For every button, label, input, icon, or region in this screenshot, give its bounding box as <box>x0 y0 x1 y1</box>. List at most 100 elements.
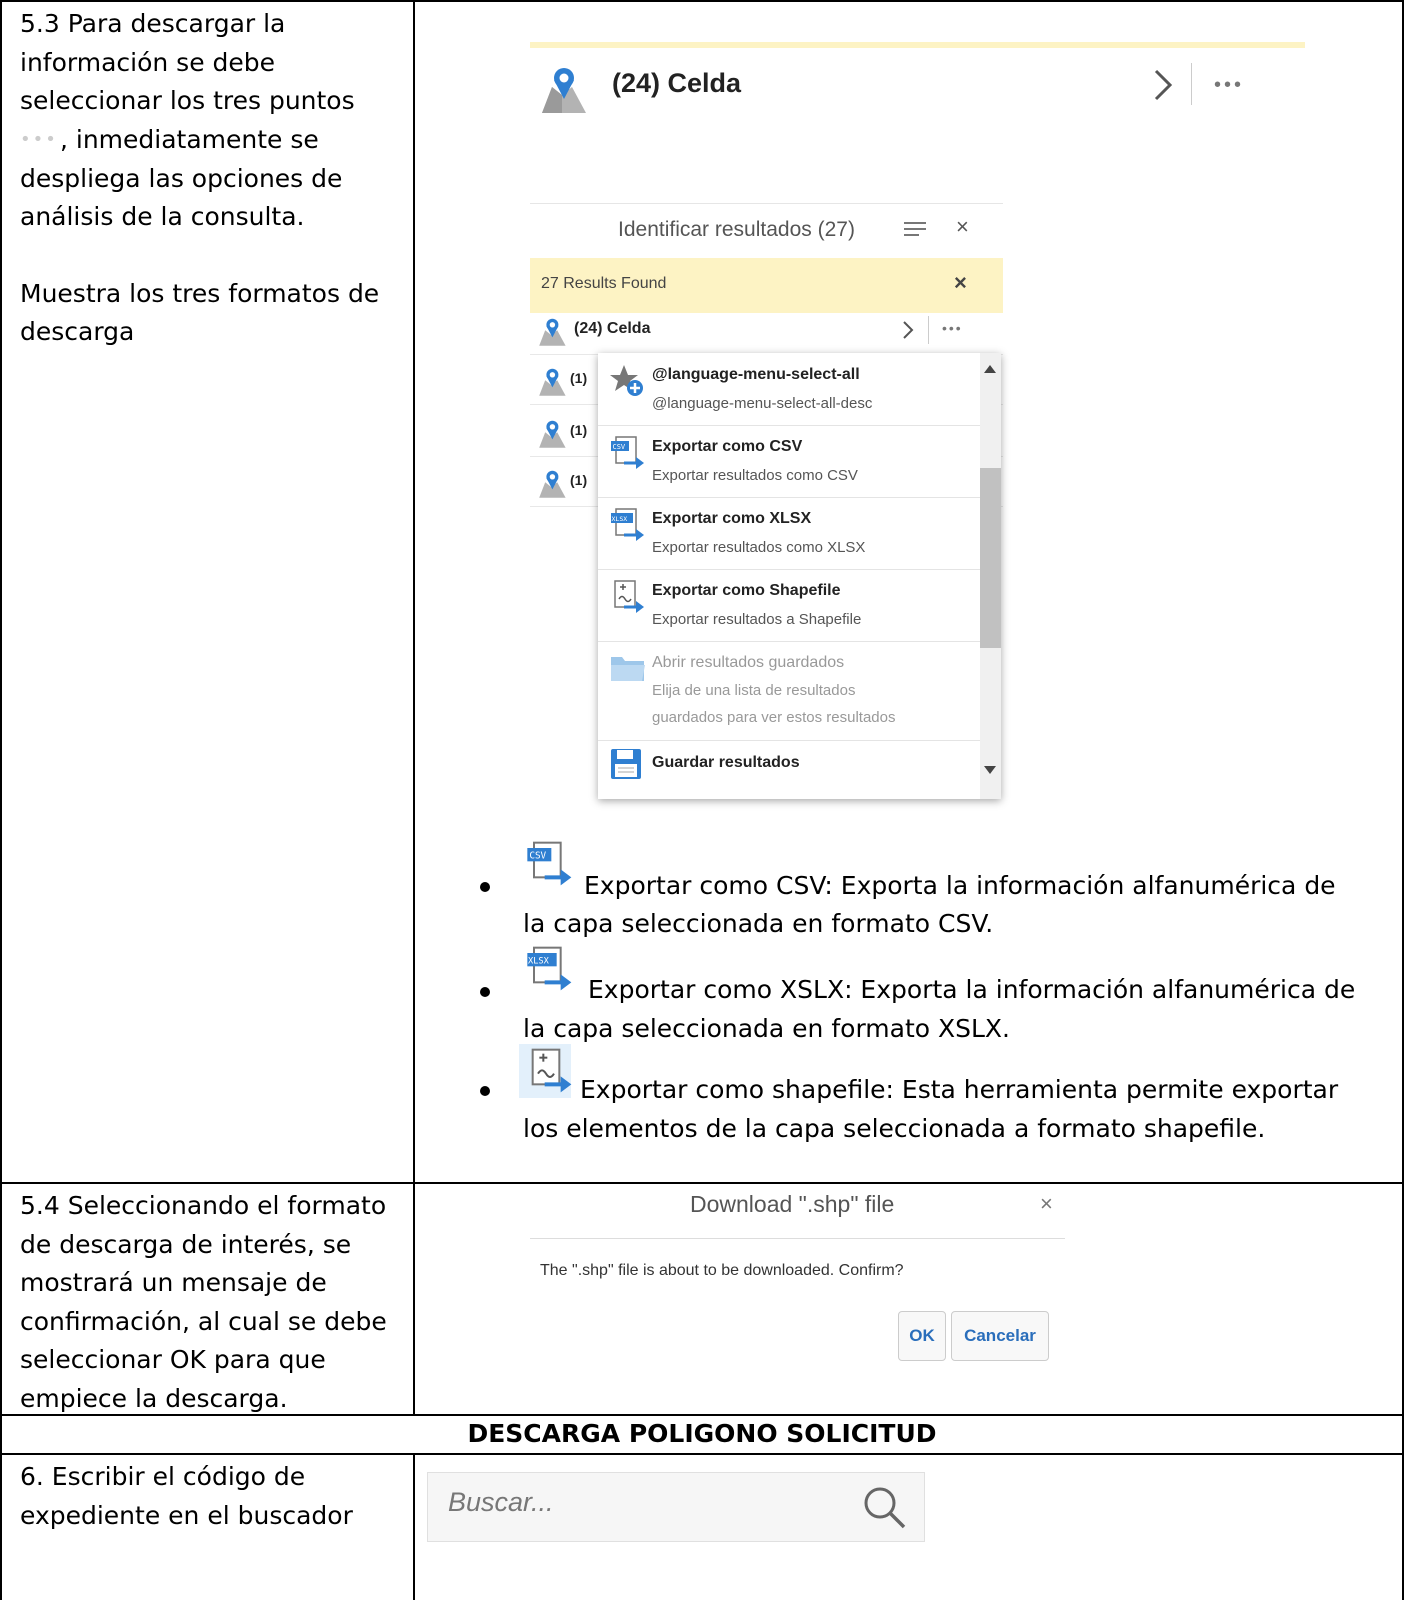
row-label: (1) <box>570 422 588 438</box>
menu-item-desc: guardados para ver estos resultados <box>652 709 896 726</box>
dialog-divider <box>530 1238 1065 1239</box>
close-icon[interactable]: × <box>954 270 967 296</box>
step-line: seleccionar los tres puntos <box>20 86 355 115</box>
step-line: mostrará un mensaje de <box>20 1268 327 1297</box>
xlsx-export-icon: XLSX <box>527 946 572 991</box>
close-icon[interactable]: × <box>1040 1191 1053 1217</box>
row-label: (1) <box>570 370 588 386</box>
step-line: 6. Escribir el código de <box>20 1462 306 1491</box>
menu-item-desc: Exportar resultados como CSV <box>652 467 858 484</box>
step-line: de descarga de interés, se <box>20 1229 352 1259</box>
shapefile-export-icon <box>614 580 644 613</box>
highlight-strip <box>530 42 1305 48</box>
menu-item-save-results[interactable]: Guardar resultados <box>598 740 980 788</box>
svg-text:CSV: CSV <box>613 443 626 451</box>
csv-export-icon: CSV <box>527 841 572 886</box>
table-row-divider-3 <box>0 1453 1404 1455</box>
shapefile-export-icon <box>531 1048 572 1093</box>
step-6-text: 6. Escribir el código de expediente en e… <box>20 1458 400 1535</box>
menu-item-title: Exportar como CSV <box>652 438 803 455</box>
step-line: seleccionar OK para que <box>20 1345 326 1374</box>
xlsx-export-icon: XLSX <box>611 508 644 541</box>
step-line: 5.3 Para descargar la <box>20 9 286 38</box>
svg-text:XLSX: XLSX <box>612 515 628 523</box>
bullet-dot <box>480 987 490 997</box>
bullet-text-line: la capa seleccionada en formato CSV. <box>523 909 994 938</box>
close-icon[interactable]: × <box>956 214 969 240</box>
options-menu: @language-menu-select-all @language-menu… <box>598 353 1001 799</box>
csv-export-icon: CSV <box>611 436 644 469</box>
step-line: despliega las opciones de <box>20 163 343 193</box>
panel-header: Identificar resultados (27) × <box>530 203 1003 256</box>
result-row[interactable]: (24) Celda ••• <box>530 308 1003 355</box>
step-line-fragment: , inmediatamente se <box>60 124 319 154</box>
step-5-4-text: 5.4 Seleccionando el formato de descarga… <box>20 1187 400 1418</box>
bullet-text-line: Exportar como shapefile: Esta herramient… <box>580 1075 1339 1104</box>
more-options-icon[interactable]: ••• <box>942 320 963 336</box>
menu-item-title: Guardar resultados <box>652 754 800 771</box>
menu-item-desc: Elija de una lista de resultados <box>652 682 856 699</box>
divider <box>928 316 929 344</box>
table-border-left <box>0 0 2 1600</box>
panel-title: Identificar resultados (27) <box>618 218 855 241</box>
svg-text:XLSX: XLSX <box>528 957 550 967</box>
bullet-dot <box>480 1086 490 1096</box>
bullet-dot <box>480 882 490 892</box>
table-border-top <box>0 0 1404 2</box>
dialog-title: Download ".shp" file <box>690 1191 895 1217</box>
table-row-divider-1 <box>0 1182 1404 1184</box>
map-pin-icon <box>542 68 586 113</box>
bullet-text-line: Exportar como XSLX: Exporta la informaci… <box>588 975 1356 1004</box>
menu-item-export-shapefile[interactable]: Exportar como Shapefile Exportar resulta… <box>598 569 980 642</box>
section-title: DESCARGA POLIGONO SOLICITUD <box>467 1419 937 1448</box>
divider <box>1191 63 1192 105</box>
results-found-text: 27 Results Found <box>541 275 667 292</box>
chevron-right-icon[interactable] <box>1153 68 1173 102</box>
map-pin-icon <box>539 420 566 448</box>
menu-item-title: Abrir resultados guardados <box>652 654 845 671</box>
menu-item-desc: Exportar resultados como XLSX <box>652 539 866 556</box>
search-box[interactable]: Buscar... <box>427 1472 925 1542</box>
row-label: (24) Celda <box>574 320 651 337</box>
dialog-message: The ".shp" file is about to be downloade… <box>540 1262 904 1279</box>
scrollbar-thumb[interactable] <box>980 468 1001 648</box>
bullet-text-line: Exportar como CSV: Exporta la informació… <box>584 871 1336 900</box>
menu-item-title: Exportar como XLSX <box>652 510 812 527</box>
svg-text:CSV: CSV <box>529 851 546 862</box>
step-line: •••, inmediatamente se <box>20 121 400 160</box>
star-plus-icon <box>610 365 643 396</box>
table-col-divider-2 <box>413 1453 415 1600</box>
step-line: descarga <box>20 317 135 347</box>
scroll-up-icon[interactable] <box>984 365 996 373</box>
search-icon[interactable] <box>860 1483 908 1531</box>
map-pin-icon <box>539 470 566 498</box>
folder-icon <box>611 657 645 681</box>
table-col-divider-1 <box>413 0 415 1414</box>
bullet-text-line: los elementos de la capa seleccionada a … <box>523 1114 1266 1143</box>
bullet-text-line: la capa seleccionada en formato XSLX. <box>523 1014 1010 1043</box>
menu-item-title: @language-menu-select-all <box>652 366 860 383</box>
search-input[interactable]: Buscar... <box>448 1487 554 1518</box>
more-options-icon[interactable]: ••• <box>1214 74 1244 97</box>
ok-button[interactable]: OK <box>898 1311 946 1361</box>
menu-item-export-csv[interactable]: CSV Exportar como CSV Exportar resultado… <box>598 425 980 498</box>
menu-item-title: Exportar como Shapefile <box>652 582 841 599</box>
chevron-right-icon[interactable] <box>902 320 914 340</box>
cancel-button[interactable]: Cancelar <box>951 1311 1049 1361</box>
list-icon[interactable] <box>903 220 927 240</box>
scroll-down-icon[interactable] <box>984 766 996 774</box>
three-dots-icon: ••• <box>20 129 58 151</box>
menu-item-export-xlsx[interactable]: XLSX Exportar como XLSX Exportar resulta… <box>598 497 980 570</box>
results-found-bar: 27 Results Found × <box>530 258 1003 313</box>
step-line: expediente en el buscador <box>20 1500 353 1530</box>
menu-item-desc: Exportar resultados a Shapefile <box>652 611 862 628</box>
step-line: Muestra los tres formatos de <box>20 278 380 308</box>
step-line: confirmación, al cual se debe <box>20 1306 387 1336</box>
step-line: empiece la descarga. <box>20 1383 288 1413</box>
menu-item-select-all[interactable]: @language-menu-select-all @language-menu… <box>598 353 980 426</box>
row-label: (1) <box>570 472 588 488</box>
map-pin-icon <box>539 368 566 396</box>
step-line: información se debe <box>20 47 276 77</box>
menu-item-open-saved: Abrir resultados guardados Elija de una … <box>598 641 980 741</box>
result-title[interactable]: (24) Celda <box>612 68 741 99</box>
